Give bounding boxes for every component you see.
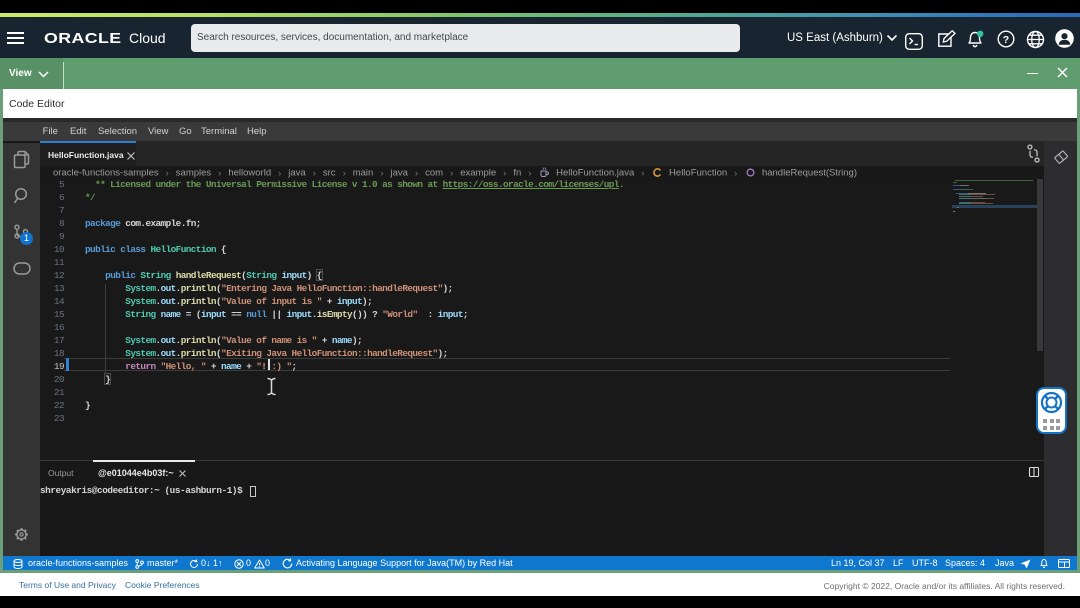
svg-text:?: ? bbox=[1003, 34, 1009, 46]
